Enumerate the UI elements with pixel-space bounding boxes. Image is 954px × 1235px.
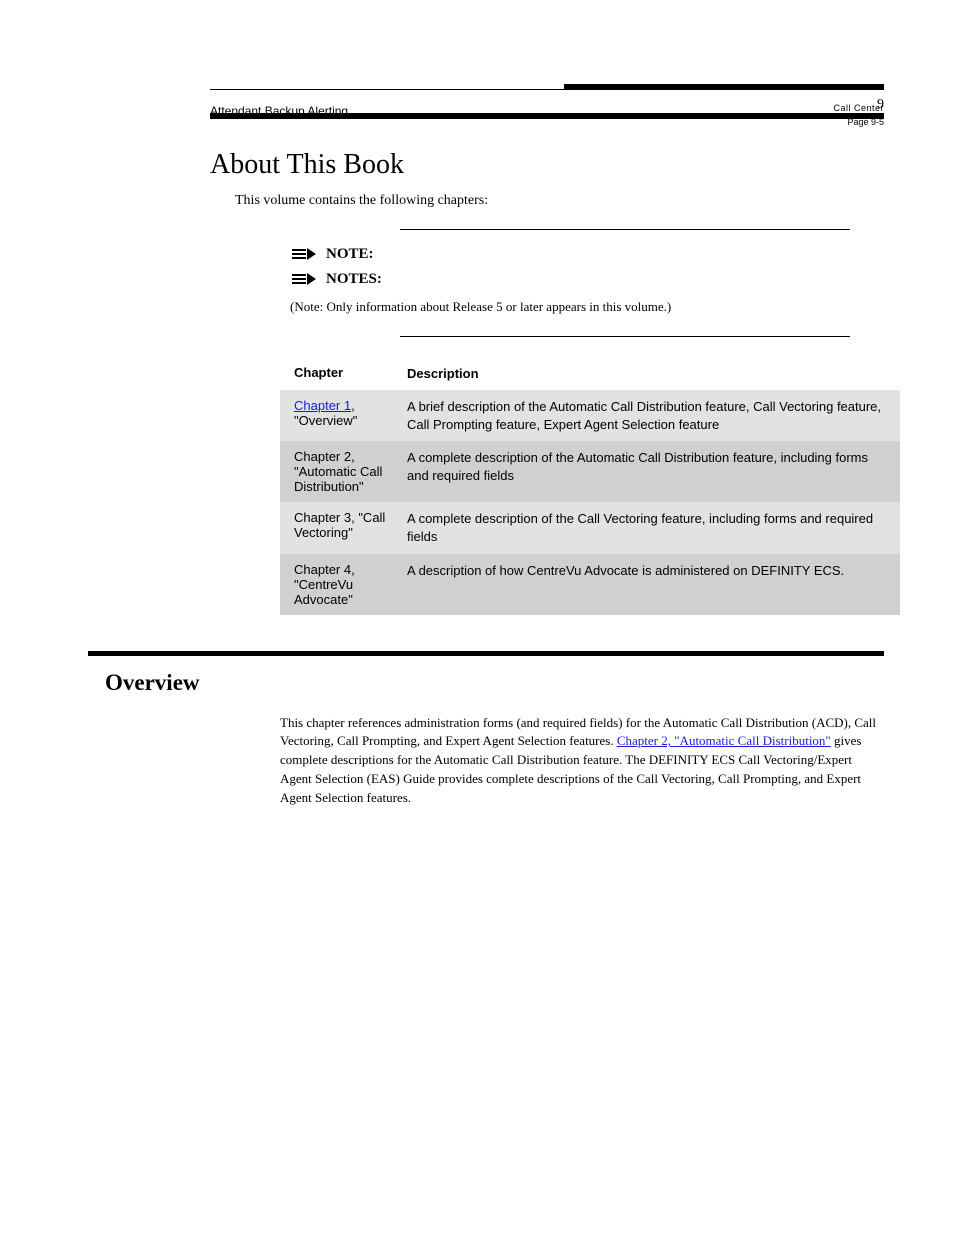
overview-inline-link[interactable]: Chapter 2, "Automatic Call Distribution" [617,733,831,748]
doc-title: Attendant Backup Alerting [210,102,348,120]
note-label-1: NOTE: [326,244,374,265]
chapter-desc: A complete description of the Call Vecto… [395,502,900,553]
chapter-rest: Chapter 4, "CentreVu Advocate" [294,562,355,607]
header-page: Page 9-5 [833,116,884,130]
th-chapter: Chapter [280,357,395,391]
chapter-desc: A description of how CentreVu Advocate i… [395,554,900,615]
intro-text: This volume contains the following chapt… [235,191,884,211]
header-rule [210,70,884,90]
table-row: Chapter 3, "Call Vectoring" A complete d… [280,502,900,553]
chapter-link[interactable]: Chapter 1 [294,398,351,413]
divider-short-2 [400,336,850,337]
note-arrow-icon [290,271,318,287]
section-title-about: About This Book [210,149,884,181]
divider-short-1 [400,229,850,230]
chapters-table: Chapter Description Chapter 1, "Overview… [280,357,900,615]
header-accent-bar [564,84,884,90]
chapter-rest: Chapter 3, "Call Vectoring" [294,510,385,540]
chapter-desc: A brief description of the Automatic Cal… [395,390,900,441]
chapter-desc: A complete description of the Automatic … [395,441,900,502]
chapter-rest: Chapter 2, "Automatic Call Distribution" [294,449,382,494]
divider-heavy-2 [88,651,884,656]
note-explanation: (Note: Only information about Release 5 … [290,298,884,316]
table-row: Chapter 2, "Automatic Call Distribution"… [280,441,900,502]
th-description: Description [395,357,900,391]
page-header: Attendant Backup Alerting Call Center Pa… [210,70,884,113]
table-row: Chapter 1, "Overview" A brief descriptio… [280,390,900,441]
note-label-2: NOTES: [326,269,382,290]
table-row: Chapter 4, "CentreVu Advocate" A descrip… [280,554,900,615]
overview-paragraph: This chapter references administration f… [280,714,884,808]
note-row-2: NOTES: [290,269,884,290]
section-title-overview: Overview [105,670,884,696]
note-row-1: NOTE: [290,244,884,265]
note-arrow-icon [290,246,318,262]
